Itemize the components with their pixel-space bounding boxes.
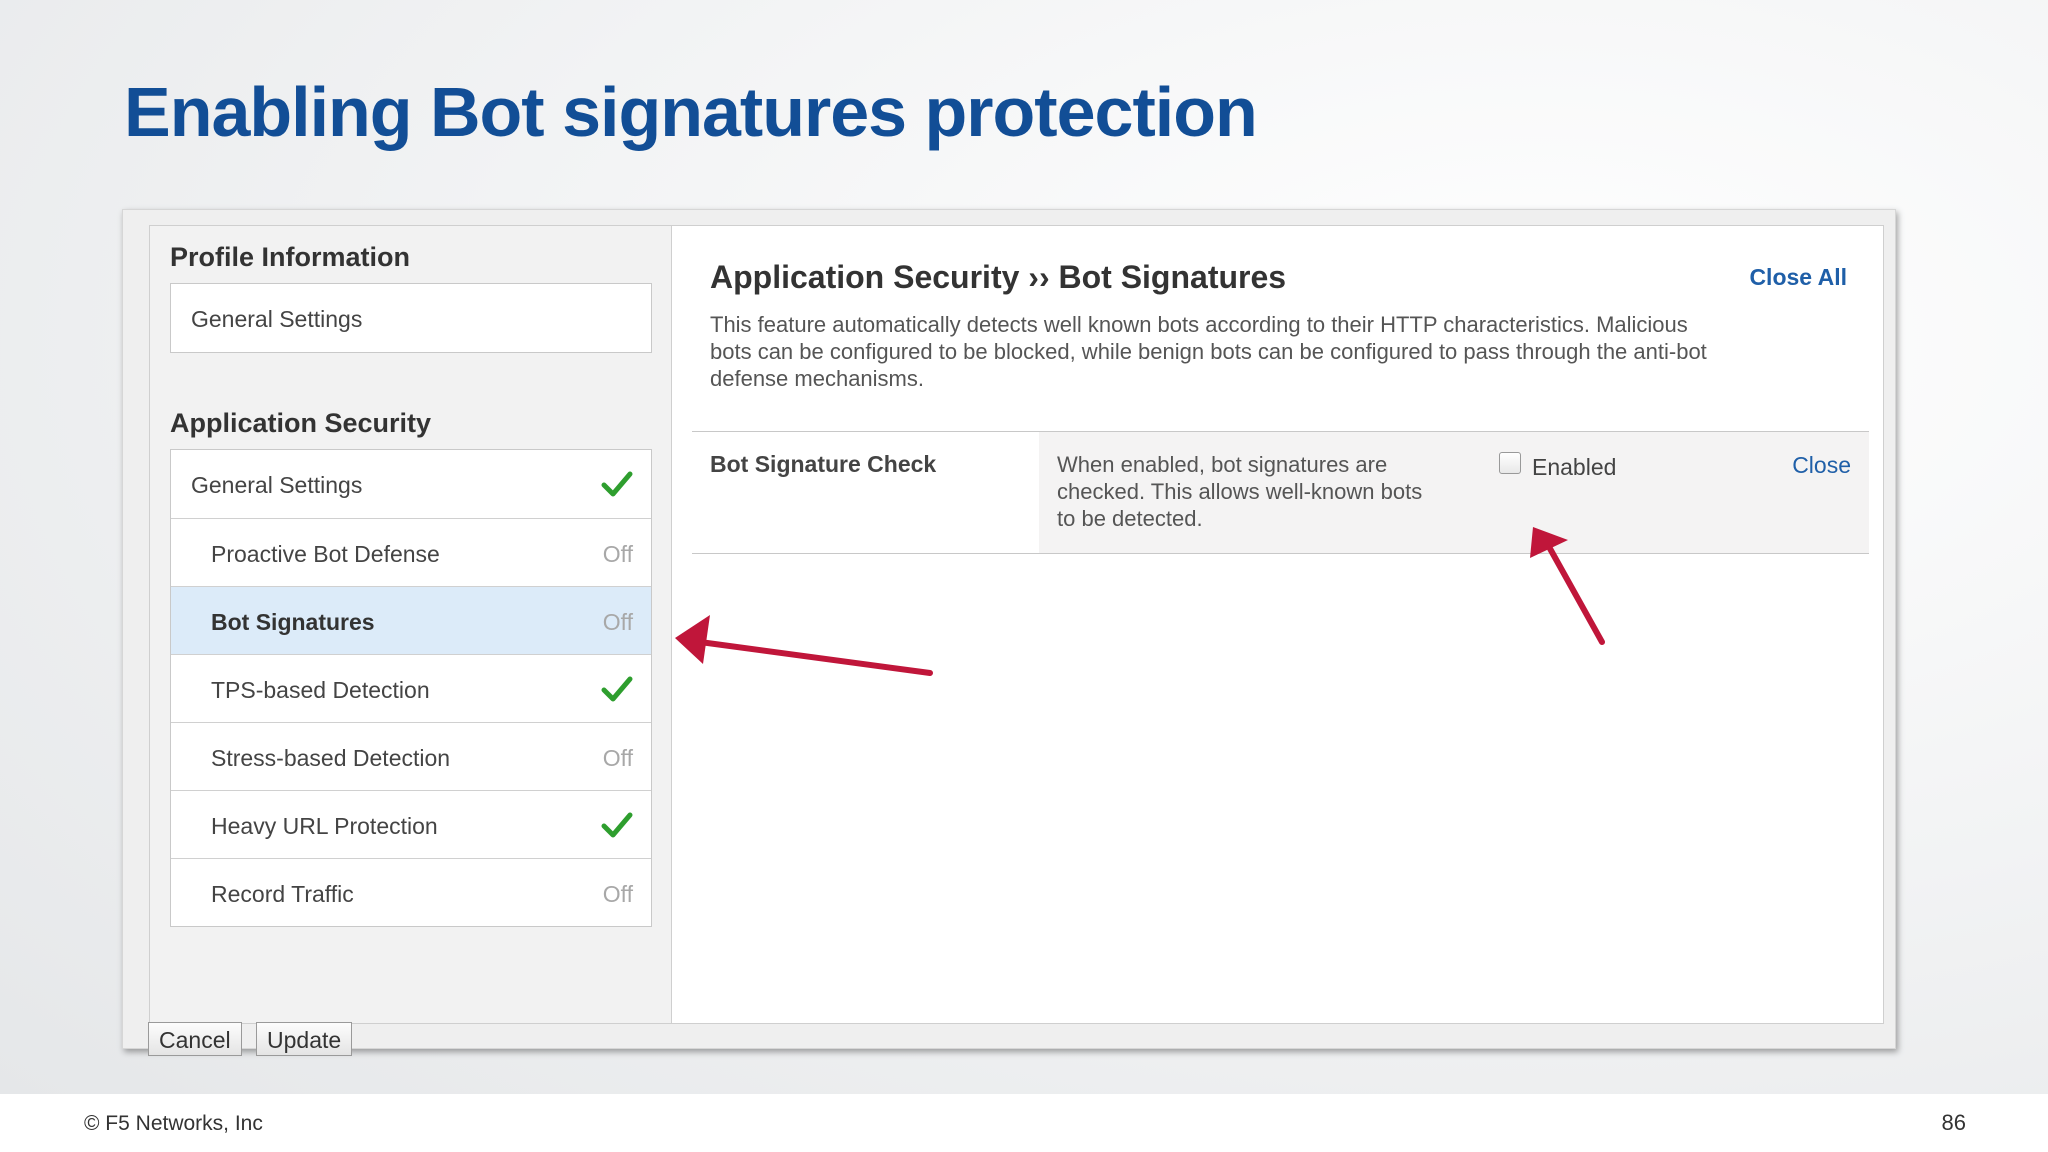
- sidebar-item-bot-signatures[interactable]: Bot Signatures Off: [171, 586, 651, 654]
- sidebar-item-label: General Settings: [191, 306, 363, 332]
- status-off: Off: [602, 541, 633, 567]
- sidebar: Profile Information General Settings App…: [149, 225, 672, 1024]
- sidebar-item-label: TPS-based Detection: [211, 677, 430, 703]
- sidebar-item-stress-based-detection[interactable]: Stress-based Detection Off: [171, 722, 651, 790]
- content-panel: Application Security ›› Bot Signatures C…: [671, 225, 1884, 1024]
- copyright: © F5 Networks, Inc: [84, 1112, 263, 1135]
- status-off: Off: [602, 609, 633, 635]
- slide-title: Enabling Bot signatures protection: [124, 73, 1258, 151]
- enabled-checkbox-label[interactable]: Enabled: [1532, 454, 1616, 481]
- feature-description: This feature automatically detects well …: [710, 312, 1707, 391]
- app-screenshot: Profile Information General Settings App…: [122, 209, 1896, 1056]
- sidebar-item-record-traffic[interactable]: Record Traffic Off: [171, 858, 651, 926]
- bot-signature-check-row: Bot Signature Check When enabled, bot si…: [692, 431, 1869, 554]
- cancel-button[interactable]: Cancel: [148, 1022, 242, 1056]
- status-off: Off: [602, 881, 633, 907]
- close-all-link[interactable]: Close All: [1749, 264, 1847, 291]
- app-security-heading: Application Security: [170, 408, 432, 438]
- sidebar-item-label: Proactive Bot Defense: [211, 541, 440, 567]
- setting-detail: When enabled, bot signatures are checked…: [1039, 432, 1869, 553]
- slide-footer: © F5 Networks, Inc 86: [0, 1094, 2048, 1152]
- sidebar-item-general-settings[interactable]: General Settings: [171, 450, 651, 518]
- sidebar-item-label: Record Traffic: [211, 881, 354, 907]
- sidebar-item-profile-general-settings[interactable]: General Settings: [171, 284, 651, 352]
- page-number: 86: [1941, 1110, 1966, 1135]
- setting-name: Bot Signature Check: [710, 451, 937, 477]
- sidebar-item-proactive-bot-defense[interactable]: Proactive Bot Defense Off: [171, 518, 651, 586]
- profile-info-heading: Profile Information: [170, 242, 411, 272]
- close-link[interactable]: Close: [1792, 452, 1851, 479]
- profile-info-list: General Settings: [170, 283, 652, 353]
- sidebar-item-heavy-url-protection[interactable]: Heavy URL Protection: [171, 790, 651, 858]
- sidebar-item-tps-based-detection[interactable]: TPS-based Detection: [171, 654, 651, 722]
- checkmark-icon: [601, 676, 633, 702]
- sidebar-item-label: Heavy URL Protection: [211, 813, 438, 839]
- setting-help-text: When enabled, bot signatures are checked…: [1057, 452, 1423, 531]
- sidebar-item-label: Bot Signatures: [211, 609, 375, 635]
- app-security-list: General Settings Proactive Bot Defense O…: [170, 449, 652, 927]
- checkmark-icon: [601, 812, 633, 838]
- sidebar-item-label: Stress-based Detection: [211, 745, 451, 771]
- checkmark-icon: [601, 471, 633, 497]
- page-title: Application Security ›› Bot Signatures: [710, 259, 1287, 295]
- update-button[interactable]: Update: [256, 1022, 353, 1056]
- status-off: Off: [602, 745, 633, 771]
- sidebar-item-label: General Settings: [191, 472, 363, 498]
- enabled-checkbox[interactable]: [1499, 452, 1521, 474]
